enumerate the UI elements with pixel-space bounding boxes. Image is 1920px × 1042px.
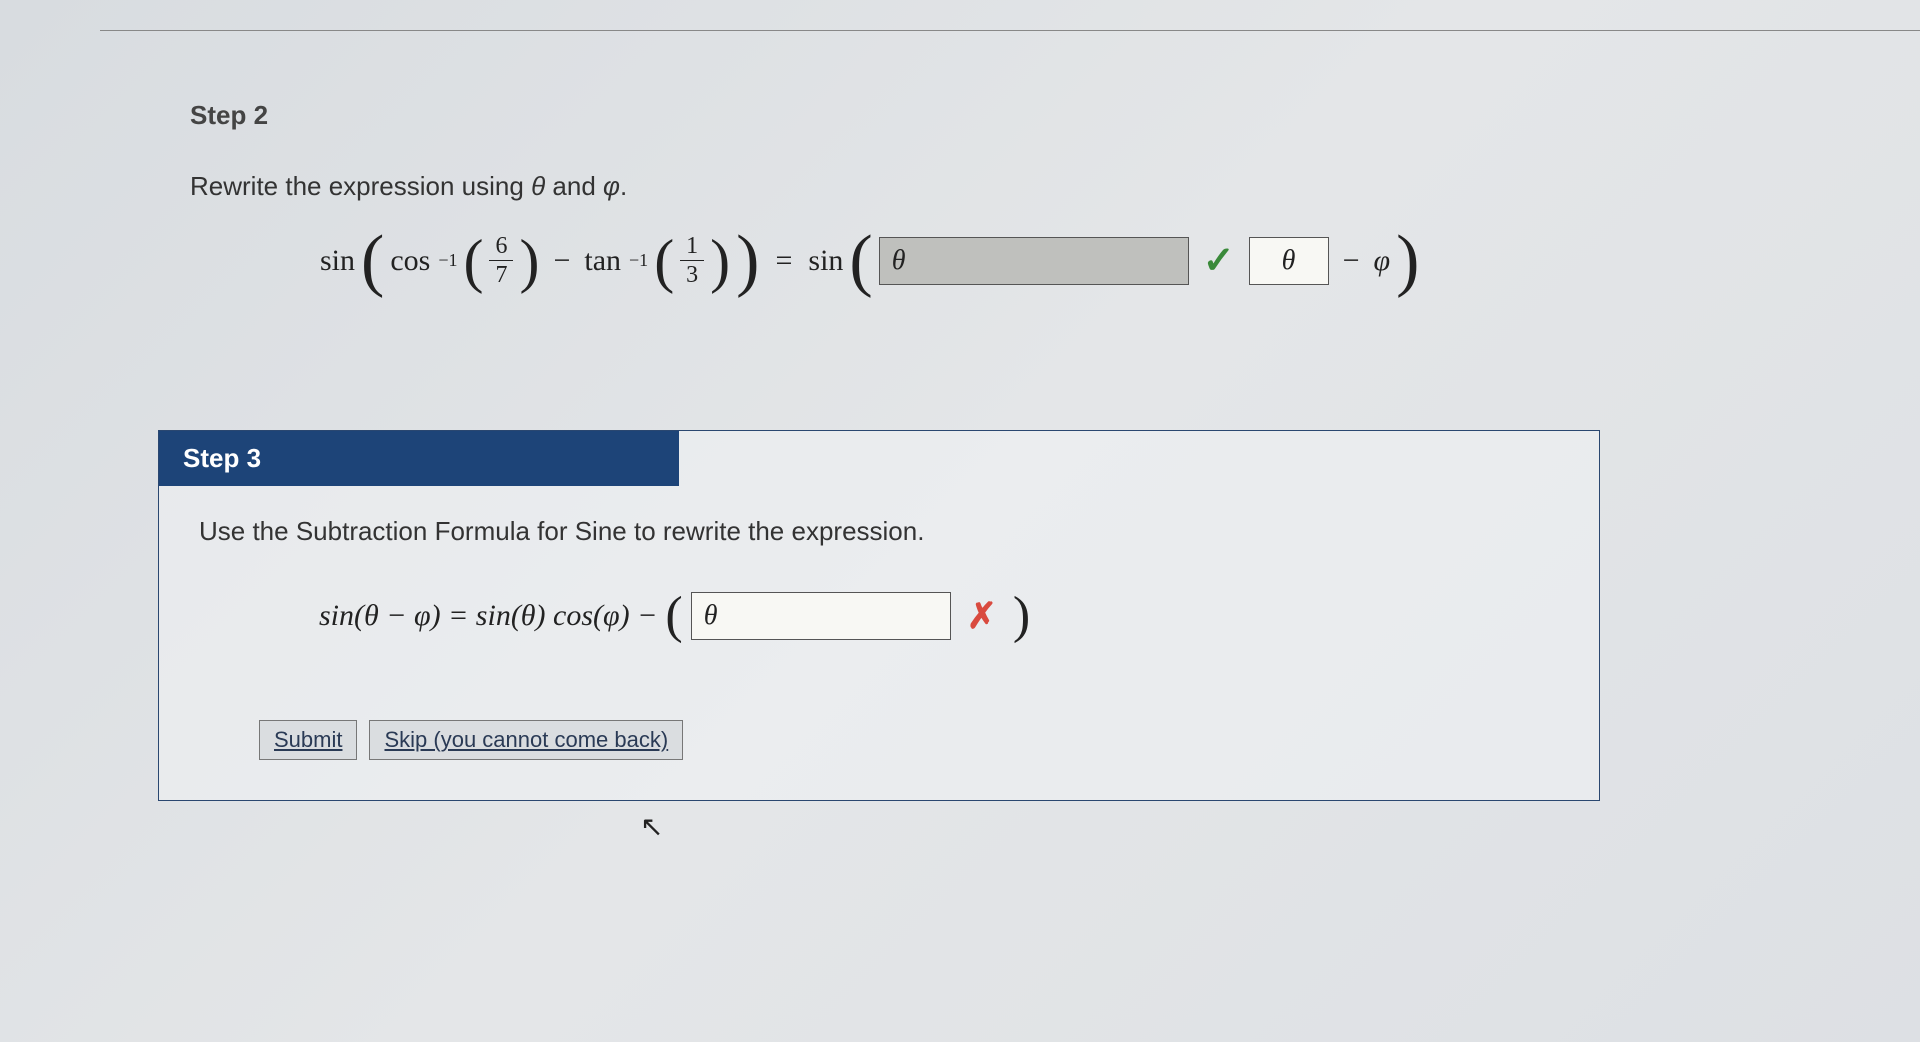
checkmark-icon: ✓ xyxy=(1203,238,1235,283)
close-paren4: ) xyxy=(1396,233,1419,289)
button-row: Submit Skip (you cannot come back) xyxy=(259,720,1559,760)
top-divider xyxy=(100,30,1920,31)
step3-lhs: sin(θ − φ) = sin(θ) cos(φ) − xyxy=(319,599,657,633)
inverse-sup2: −1 xyxy=(629,250,648,271)
equals-text: = xyxy=(775,244,792,278)
phi-text: φ xyxy=(1373,244,1390,278)
step3-math-expression: sin(θ − φ) = sin(θ) cos(φ) − ( ✗ ) xyxy=(319,592,1559,640)
inverse-sup: −1 xyxy=(438,250,457,271)
step2-title: Step 2 xyxy=(190,100,1820,131)
step3-section: Step 3 Use the Subtraction Formula for S… xyxy=(158,430,1600,801)
close-paren2: ) xyxy=(519,240,539,282)
close-paren3: ) xyxy=(710,240,730,282)
answer-input-2[interactable] xyxy=(1249,237,1329,285)
close-paren: ) xyxy=(736,233,759,289)
open-paren5: ( xyxy=(665,598,682,634)
minus-text: − xyxy=(553,244,570,278)
phi-symbol: φ xyxy=(603,171,620,201)
open-paren3: ( xyxy=(654,240,674,282)
and-text: and xyxy=(545,171,603,201)
step3-body: Use the Subtraction Formula for Sine to … xyxy=(159,486,1599,800)
step3-instruction: Use the Subtraction Formula for Sine to … xyxy=(199,516,1559,547)
submit-button[interactable]: Submit xyxy=(259,720,357,760)
answer-input-1[interactable] xyxy=(879,237,1189,285)
fraction-6-7: 6 7 xyxy=(489,232,513,289)
step2-section: Step 2 Rewrite the expression using θ an… xyxy=(190,100,1820,289)
step2-instruction-pre: Rewrite the expression using xyxy=(190,171,531,201)
cursor-icon: ↖ xyxy=(640,810,663,843)
frac-num: 6 xyxy=(489,232,513,261)
minus-text2: − xyxy=(1343,244,1360,278)
cos-text: cos xyxy=(390,244,430,278)
frac-num2: 1 xyxy=(680,232,704,261)
open-paren2: ( xyxy=(463,240,483,282)
step3-title: Step 3 xyxy=(159,431,679,486)
sin-text: sin xyxy=(320,244,355,278)
tan-text: tan xyxy=(584,244,621,278)
open-paren: ( xyxy=(361,233,384,289)
frac-den2: 3 xyxy=(680,261,704,289)
close-paren5: ) xyxy=(1013,598,1030,634)
fraction-1-3: 1 3 xyxy=(680,232,704,289)
step2-instruction: Rewrite the expression using θ and φ. xyxy=(190,171,1820,202)
period-text: . xyxy=(620,171,627,201)
sin-text2: sin xyxy=(808,244,843,278)
open-paren4: ( xyxy=(849,233,872,289)
frac-den: 7 xyxy=(489,261,513,289)
step2-math-expression: sin ( cos−1 ( 6 7 ) − tan−1 ( 1 3 ) ) = … xyxy=(320,232,1820,289)
theta-symbol: θ xyxy=(531,171,545,201)
xmark-icon: ✗ xyxy=(967,595,997,637)
skip-button[interactable]: Skip (you cannot come back) xyxy=(369,720,683,760)
answer-input-3[interactable] xyxy=(691,592,951,640)
